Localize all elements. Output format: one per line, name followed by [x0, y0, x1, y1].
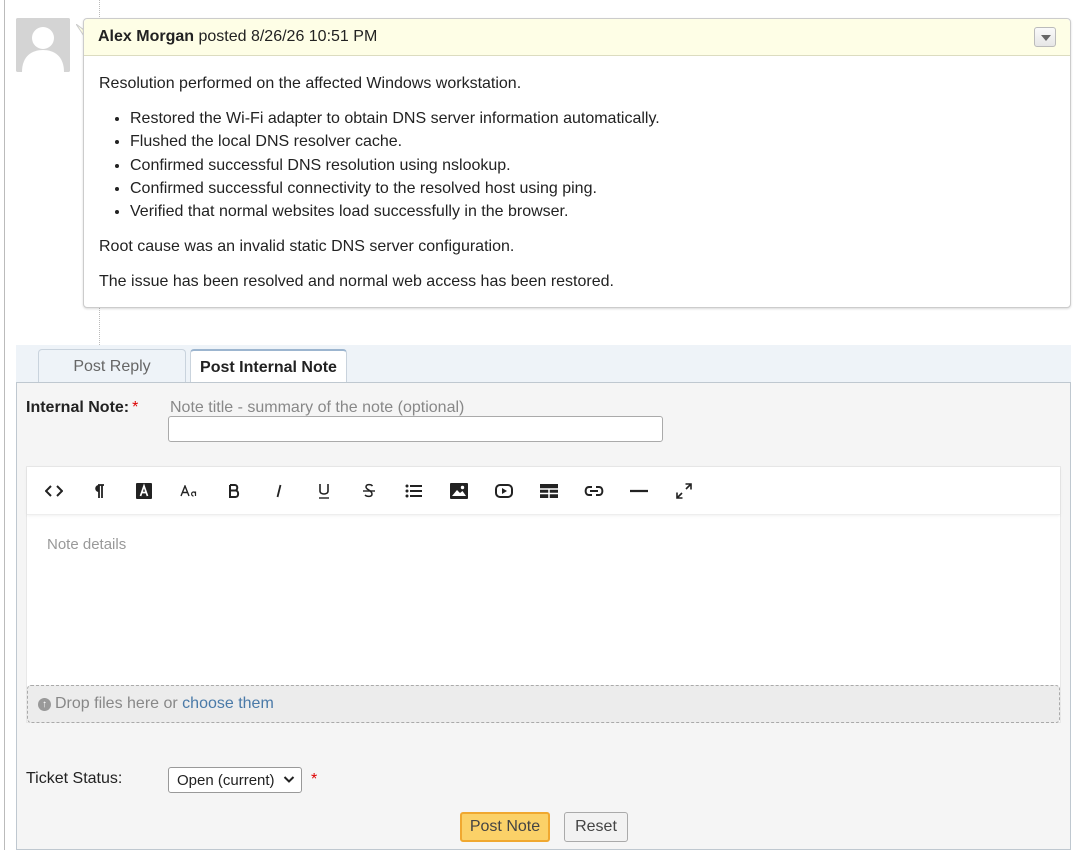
ticket-status-label: Ticket Status:	[26, 770, 123, 787]
entry-conclusion: The issue has been resolved and normal w…	[99, 273, 614, 291]
image-icon[interactable]	[447, 480, 471, 502]
note-details-editor[interactable]: Note details	[27, 516, 1060, 684]
rich-text-editor: Note details ↑ Drop files here or choose …	[26, 466, 1061, 723]
list-icon[interactable]	[402, 480, 426, 502]
avatar	[16, 18, 70, 72]
ticket-status-select[interactable]: Open (current)	[168, 767, 302, 793]
thread-entry: Alex Morgan posted 8/26/26 10:51 PM Reso…	[83, 18, 1071, 308]
code-view-icon[interactable]	[42, 480, 66, 502]
list-item: Restored the Wi-Fi adapter to obtain DNS…	[130, 107, 1055, 130]
upload-icon: ↑	[38, 698, 51, 711]
italic-icon[interactable]	[267, 480, 291, 502]
fullscreen-icon[interactable]	[672, 480, 696, 502]
entry-body: Resolution performed on the affected Win…	[84, 56, 1070, 294]
entry-steps-list: Restored the Wi-Fi adapter to obtain DNS…	[99, 107, 1055, 223]
video-icon[interactable]	[492, 480, 516, 502]
entry-author: Alex Morgan	[98, 28, 195, 45]
status-required-mark: *	[311, 771, 318, 788]
horizontal-rule-icon[interactable]	[627, 480, 651, 502]
tab-post-reply[interactable]: Post Reply	[38, 349, 186, 383]
list-item: Confirmed successful connectivity to the…	[130, 177, 1055, 200]
dropzone-text: Drop files here or	[55, 695, 178, 712]
link-icon[interactable]	[582, 480, 606, 502]
bold-icon[interactable]	[222, 480, 246, 502]
list-item: Verified that normal websites load succe…	[130, 200, 1055, 223]
entry-posted-time: posted 8/26/26 10:51 PM	[198, 28, 378, 45]
note-title-hint: Note title - summary of the note (option…	[170, 399, 465, 416]
entry-header: Alex Morgan posted 8/26/26 10:51 PM	[84, 19, 1070, 56]
required-mark: *	[132, 399, 139, 416]
tab-post-internal-note[interactable]: Post Internal Note	[190, 349, 347, 383]
ticket-status-value: Open (current)	[177, 772, 275, 789]
internal-note-label: Internal Note: *	[26, 399, 138, 417]
choose-files-link[interactable]: choose them	[182, 695, 274, 712]
chevron-down-icon	[283, 772, 295, 790]
entry-intro: Resolution performed on the affected Win…	[99, 75, 522, 92]
internal-note-form: Internal Note: * Note title - summary of …	[16, 382, 1071, 850]
entry-root-cause: Root cause was an invalid static DNS ser…	[99, 238, 515, 256]
list-item: Flushed the local DNS resolver cache.	[130, 130, 1055, 153]
note-title-input[interactable]	[168, 416, 663, 442]
file-dropzone[interactable]: ↑ Drop files here or choose them	[27, 685, 1060, 723]
note-details-placeholder: Note details	[47, 536, 127, 553]
strikethrough-icon[interactable]	[357, 480, 381, 502]
post-note-button[interactable]: Post Note	[460, 812, 550, 842]
table-icon[interactable]	[537, 480, 561, 502]
font-size-icon[interactable]	[177, 480, 201, 502]
reset-button[interactable]: Reset	[564, 812, 628, 842]
paragraph-icon[interactable]	[87, 480, 111, 502]
caret-down-icon	[1041, 35, 1051, 41]
editor-toolbar	[27, 467, 1060, 515]
text-color-icon[interactable]	[132, 480, 156, 502]
page-left-border	[4, 0, 5, 850]
list-item: Confirmed successful DNS resolution usin…	[130, 154, 1055, 177]
underline-icon[interactable]	[312, 480, 336, 502]
internal-note-label-text: Internal Note:	[26, 399, 130, 416]
entry-options-button[interactable]	[1034, 27, 1056, 47]
response-tabs: Post Reply Post Internal Note	[16, 345, 1071, 383]
